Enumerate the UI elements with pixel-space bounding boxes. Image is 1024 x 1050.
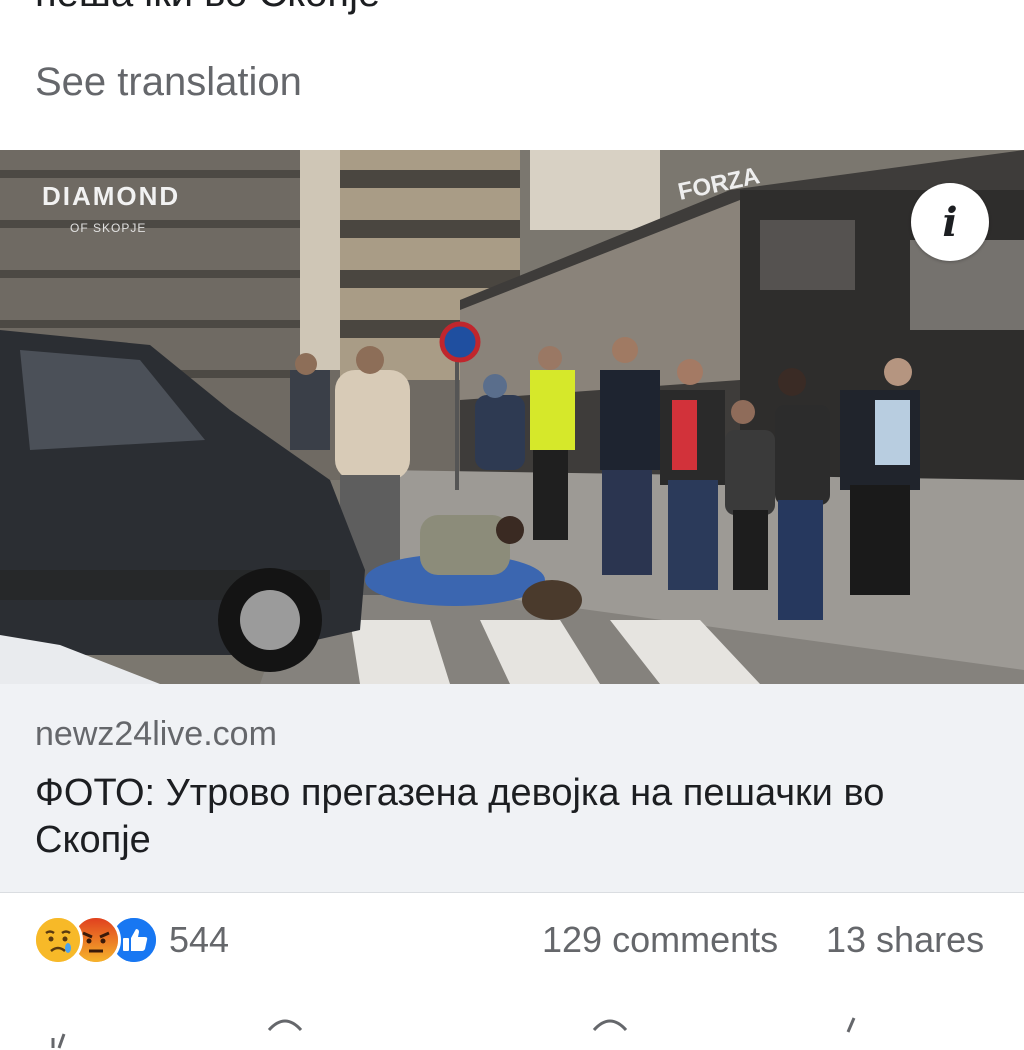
divider xyxy=(0,892,1024,893)
sad-reaction-icon xyxy=(33,915,83,965)
action-bar xyxy=(0,1010,1024,1050)
diamond-sign: DIAMOND xyxy=(42,181,180,211)
reaction-count: 544 xyxy=(169,919,230,960)
like-button-icon[interactable] xyxy=(45,1010,85,1050)
info-icon[interactable]: i xyxy=(911,183,989,261)
link-domain: newz24live.com xyxy=(35,715,277,753)
post-text: пешачки во Скопје xyxy=(35,0,380,16)
diamond-sub-sign: OF SKOPJE xyxy=(70,221,146,235)
link-meta[interactable]: newz24live.com ФОТО: Утрово прегазена де… xyxy=(0,684,1024,892)
link-preview-image[interactable]: DIAMOND OF SKOPJE FORZA i xyxy=(0,150,1024,684)
shares-count[interactable]: 13 shares xyxy=(826,918,984,962)
accident-scene-photo: DIAMOND OF SKOPJE FORZA xyxy=(0,150,1024,684)
comment-button-icon[interactable] xyxy=(265,1010,305,1050)
link-title[interactable]: ФОТО: Утрово прегазена девојка на пешачк… xyxy=(35,770,995,864)
reactions-summary[interactable]: 544 xyxy=(33,915,230,965)
send-button-icon[interactable] xyxy=(590,1010,630,1050)
see-translation-link[interactable]: See translation xyxy=(35,58,302,106)
comments-count[interactable]: 129 comments xyxy=(542,918,778,962)
link-preview-card[interactable]: DIAMOND OF SKOPJE FORZA i newz24live.com… xyxy=(0,150,1024,892)
share-button-icon[interactable] xyxy=(830,1010,870,1050)
